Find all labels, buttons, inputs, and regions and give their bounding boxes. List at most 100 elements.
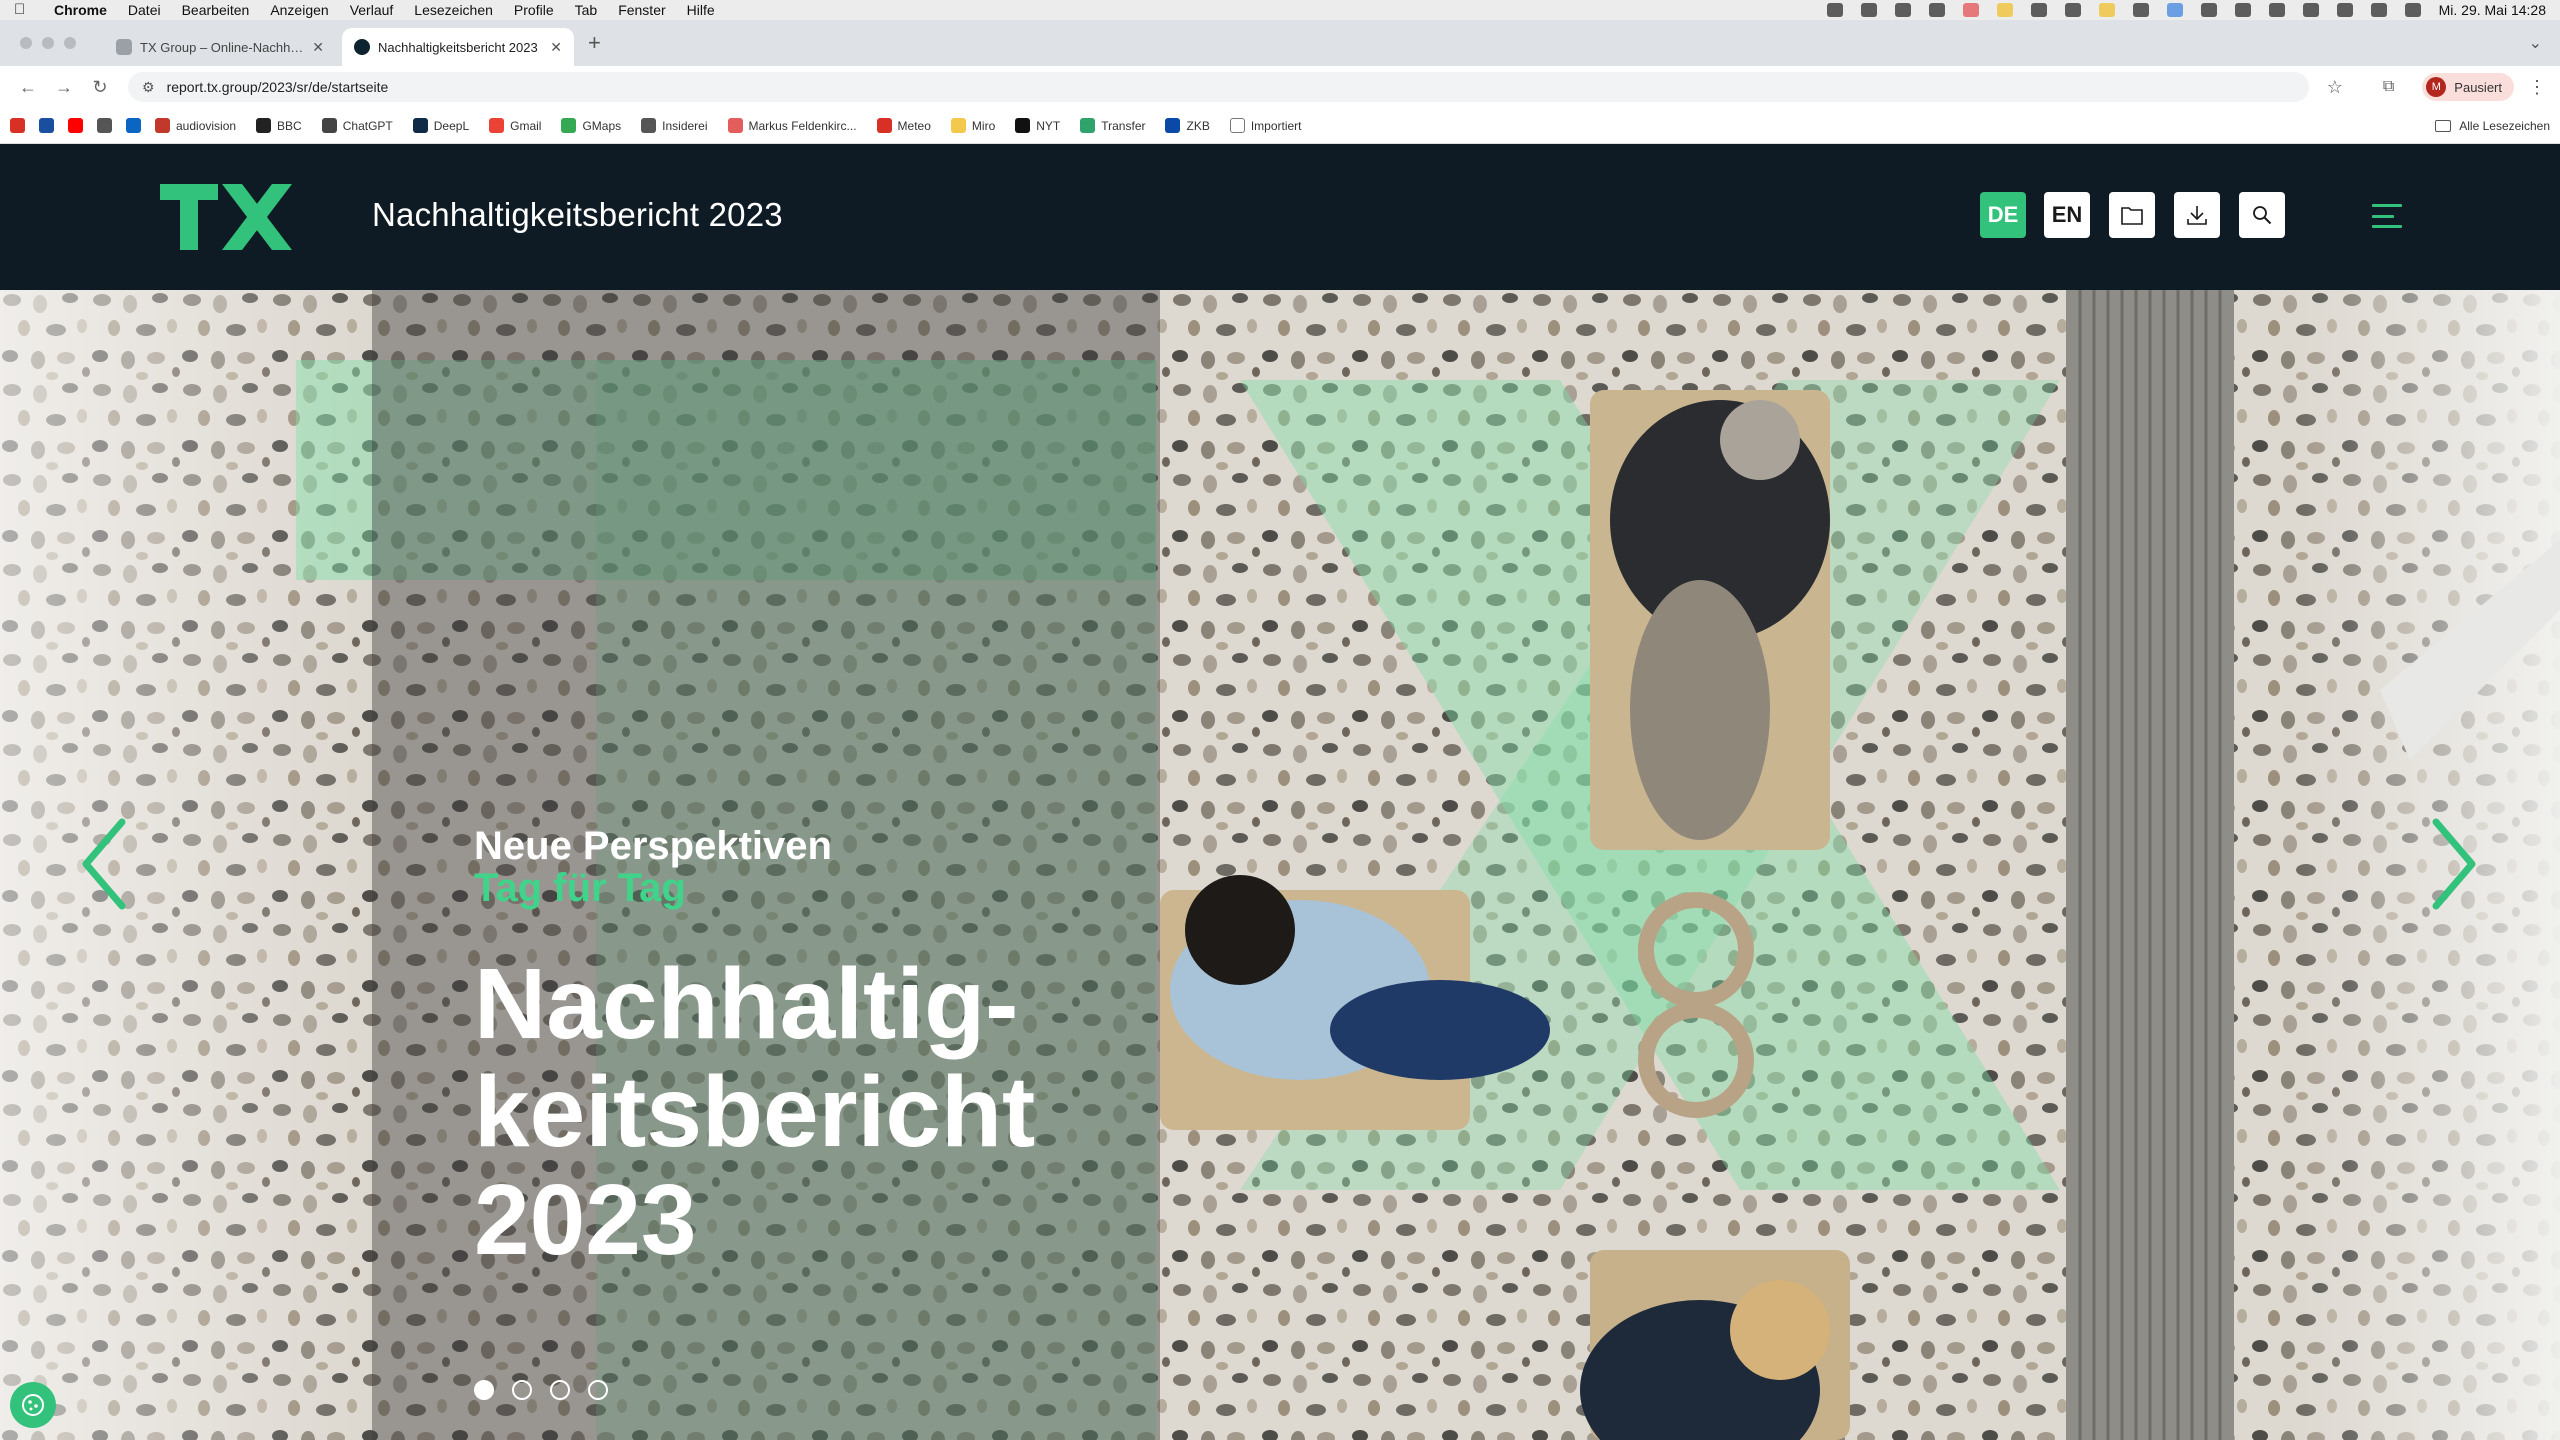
language-de-button[interactable]: DE	[1980, 192, 2026, 238]
cookie-icon	[22, 1394, 44, 1416]
bookmark-label: NYT	[1036, 118, 1061, 133]
menu-profile[interactable]: Profile	[514, 2, 554, 18]
menu-app-name[interactable]: Chrome	[54, 2, 107, 18]
bookmark-item[interactable]: NYT	[1015, 118, 1060, 133]
bookmark-item[interactable]: Transfer	[1080, 118, 1145, 133]
bookmark-item[interactable]: ZKB	[1165, 118, 1210, 133]
bookmark-label: Importiert	[1250, 118, 1302, 133]
menu-bearbeiten[interactable]: Bearbeiten	[182, 2, 250, 18]
bookmark-item[interactable]	[10, 118, 25, 133]
bookmark-item[interactable]: ChatGPT	[321, 118, 393, 133]
bookmark-item[interactable]	[126, 118, 141, 133]
hamburger-menu-icon[interactable]	[2372, 204, 2402, 228]
bookmark-label: GMaps	[582, 118, 622, 133]
tray-status-icon[interactable]	[2064, 3, 2081, 17]
menu-lesezeichen[interactable]: Lesezeichen	[414, 2, 493, 18]
bookmark-label: Meteo	[897, 118, 931, 133]
language-en-button[interactable]: EN	[2044, 192, 2090, 238]
bookmark-item[interactable]: audiovision	[155, 118, 236, 133]
previous-slide-arrow-icon[interactable]	[76, 814, 136, 914]
address-bar[interactable]: ⚙ report.tx.group/2023/sr/de/startseite	[128, 72, 2309, 102]
bookmark-label: ChatGPT	[342, 118, 393, 133]
menu-fenster[interactable]: Fenster	[618, 2, 665, 18]
bookmark-item[interactable]	[97, 118, 112, 133]
menu-anzeigen[interactable]: Anzeigen	[270, 2, 328, 18]
bookmark-label: Miro	[971, 118, 996, 133]
browser-toolbar: ← → ↻ ⚙ report.tx.group/2023/sr/de/start…	[0, 66, 2560, 108]
slide-dot-4[interactable]	[588, 1380, 608, 1400]
moon-icon[interactable]	[2200, 3, 2217, 17]
menu-hilfe[interactable]: Hilfe	[687, 2, 715, 18]
apple-icon[interactable]: 	[14, 2, 28, 17]
bookmark-item[interactable]: Miro	[950, 118, 996, 133]
slide-dot-2[interactable]	[512, 1380, 532, 1400]
bookmark-item[interactable]: Gmail	[489, 118, 541, 133]
tray-status-icon[interactable]	[1928, 3, 1945, 17]
keyboard-icon[interactable]	[2268, 3, 2285, 17]
tray-status-icon[interactable]	[2098, 3, 2115, 17]
new-tab-icon[interactable]: +	[588, 30, 601, 56]
bookmark-item[interactable]: BBC	[256, 118, 302, 133]
window-controls	[20, 37, 76, 49]
site-settings-icon[interactable]: ⚙	[142, 79, 155, 96]
spotlight-icon[interactable]	[2370, 3, 2387, 17]
tab-close-icon[interactable]: ✕	[312, 39, 324, 56]
menu-verlauf[interactable]: Verlauf	[350, 2, 394, 18]
chrome-menu-icon[interactable]: ⋮	[2528, 77, 2546, 98]
slide-dot-1[interactable]	[474, 1380, 494, 1400]
menubar-clock[interactable]: Mi. 29. Mai 14:28	[2439, 2, 2546, 18]
bookmark-item[interactable]	[68, 118, 83, 133]
hamburger-line	[2372, 204, 2402, 207]
tray-status-icon[interactable]	[1894, 3, 1911, 17]
next-slide-arrow-icon[interactable]	[2422, 814, 2482, 914]
bookmark-item[interactable]: GMaps	[561, 118, 621, 133]
bookmark-item[interactable]: Insiderei	[641, 118, 708, 133]
all-bookmarks-button[interactable]: Alle Lesezeichen	[2435, 119, 2550, 133]
back-icon[interactable]: ←	[14, 73, 42, 101]
browser-tab[interactable]: TX Group – Online-Nachhaltigkeitsbericht…	[104, 28, 336, 66]
wifi-icon[interactable]	[2336, 3, 2353, 17]
profile-status: Pausiert	[2454, 79, 2502, 95]
bookmark-item[interactable]: DeepL	[412, 118, 469, 133]
tray-status-icon[interactable]	[1962, 3, 1979, 17]
control-center-icon[interactable]	[2404, 3, 2421, 17]
bookmark-item[interactable]: Meteo	[876, 118, 931, 133]
markus-icon	[727, 118, 743, 133]
cookie-settings-button[interactable]	[10, 1382, 56, 1428]
tray-status-icon[interactable]	[1826, 3, 1843, 17]
bookmark-label: Insiderei	[662, 118, 708, 133]
tray-status-icon[interactable]	[2132, 3, 2149, 17]
tray-status-icon[interactable]	[2166, 3, 2183, 17]
documents-button[interactable]	[2109, 192, 2155, 238]
browser-tab-active[interactable]: Nachhaltigkeitsbericht 2023 ✕	[342, 28, 574, 66]
tray-status-icon[interactable]	[2030, 3, 2047, 17]
bookmark-star-icon[interactable]: ☆	[2327, 77, 2343, 98]
menu-tab[interactable]: Tab	[575, 2, 598, 18]
close-window-button[interactable]	[20, 37, 32, 49]
bookmarks-bar: audiovision BBC ChatGPT DeepL Gmail GMap…	[0, 108, 2560, 144]
tab-close-icon[interactable]: ✕	[550, 39, 562, 56]
bookmark-item[interactable]	[39, 118, 54, 133]
battery-icon[interactable]	[2302, 3, 2319, 17]
menu-datei[interactable]: Datei	[128, 2, 161, 18]
slide-dot-3[interactable]	[550, 1380, 570, 1400]
tray-status-icon[interactable]	[1996, 3, 2013, 17]
zoom-window-button[interactable]	[64, 37, 76, 49]
bluetooth-icon[interactable]	[2234, 3, 2251, 17]
transfer-icon	[1080, 118, 1096, 133]
tab-search-chevron-icon[interactable]: ⌄	[2529, 33, 2542, 53]
bookmark-folder[interactable]: Importiert	[1229, 118, 1302, 133]
forward-icon[interactable]: →	[50, 73, 78, 101]
search-button[interactable]	[2239, 192, 2285, 238]
nyt-icon	[1015, 118, 1031, 133]
minimize-window-button[interactable]	[42, 37, 54, 49]
download-button[interactable]	[2174, 192, 2220, 238]
bookmark-item[interactable]: Markus Feldenkirc...	[727, 118, 857, 133]
avatar: M	[2426, 77, 2447, 97]
extensions-icon[interactable]: ⧉	[2383, 78, 2394, 96]
profile-button[interactable]: M Pausiert	[2422, 73, 2514, 101]
tx-logo[interactable]	[160, 184, 292, 250]
reload-icon[interactable]: ↻	[86, 73, 114, 101]
tray-status-icon[interactable]	[1860, 3, 1877, 17]
wikipedia-icon	[97, 118, 112, 133]
